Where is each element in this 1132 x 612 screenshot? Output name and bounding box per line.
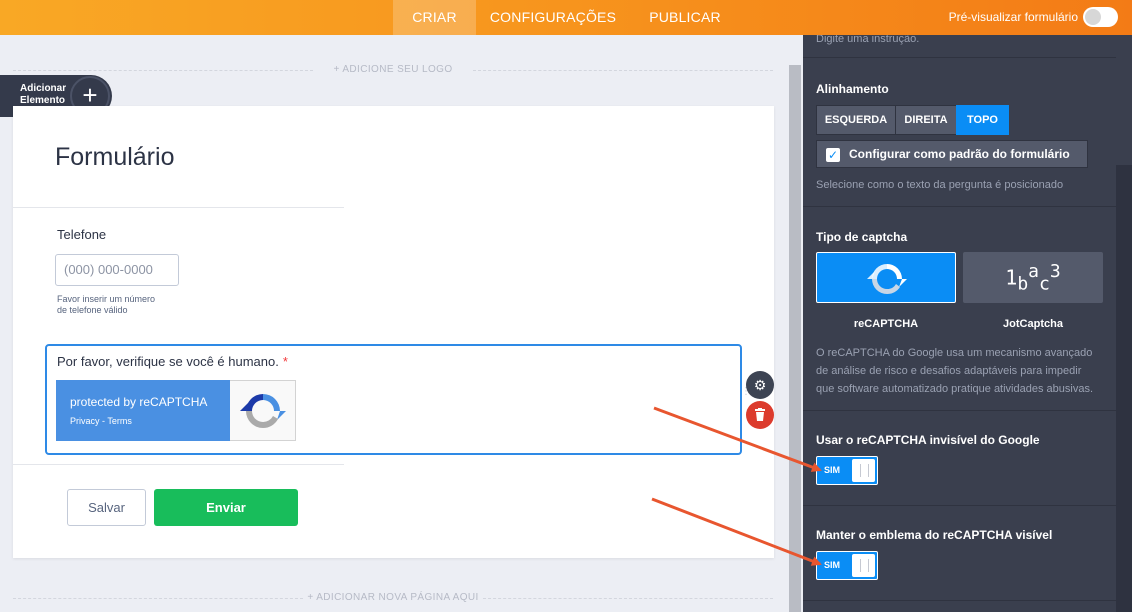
recaptcha-badge-title: protected by reCAPTCHA: [70, 395, 208, 409]
captcha-description-line: de análise de risco e desafios adaptávei…: [816, 365, 1082, 377]
trash-icon[interactable]: [746, 401, 774, 429]
properties-panel: Digite uma instrução. Alinhamento ESQUER…: [803, 35, 1132, 612]
divider: [803, 206, 1116, 207]
phone-label[interactable]: Telefone: [57, 227, 106, 242]
phone-help-line1: Favor inserir um número: [57, 294, 156, 304]
default-alignment-checkbox[interactable]: ✓ Configurar como padrão do formulário: [816, 140, 1088, 168]
save-button[interactable]: Salvar: [67, 489, 146, 526]
toggle-knob: [1085, 9, 1101, 25]
add-logo-hint[interactable]: + ADICIONE SEU LOGO: [13, 64, 773, 75]
instruction-hint: Digite uma instrução.: [816, 35, 920, 45]
recaptcha-badge: protected by reCAPTCHA Privacy - Terms: [56, 380, 230, 441]
captcha-type-title: Tipo de captcha: [816, 230, 908, 244]
preview-label: Pré-visualizar formulário: [948, 10, 1078, 24]
toggle-knob: [852, 554, 875, 577]
alignment-title: Alinhamento: [816, 82, 889, 96]
divider: [803, 505, 1116, 506]
captcha-description: O reCAPTCHA do Google usa um mecanismo a…: [816, 344, 1106, 398]
phone-help-line2: de telefone válido: [57, 305, 128, 315]
captcha-question-text: Por favor, verifique se você é humano.: [57, 354, 279, 369]
tab-criar[interactable]: CRIAR: [393, 0, 476, 35]
captcha-option-recaptcha[interactable]: [816, 252, 956, 303]
add-element-label: Adicionar Elemento: [20, 83, 66, 107]
top-navigation-bar: CRIAR CONFIGURAÇÕES PUBLICAR Pré-visuali…: [0, 0, 1132, 35]
form-title[interactable]: Formulário: [55, 143, 174, 172]
jotcaptcha-option-label: JotCaptcha: [1003, 318, 1063, 330]
captcha-description-line: que software automatizado pratique ativi…: [816, 383, 1094, 395]
phone-help-text: Favor inserir um número de telefone váli…: [57, 294, 187, 316]
alignment-hint: Selecione como o texto da pergunta é pos…: [816, 179, 1064, 191]
recaptcha-icon: [867, 264, 907, 295]
toggle-label: SIM: [824, 465, 841, 475]
add-element-label-line1: Adicionar: [20, 83, 67, 94]
preview-toggle[interactable]: [1083, 7, 1118, 27]
recaptcha-option-label: reCAPTCHA: [853, 318, 919, 330]
gear-icon[interactable]: ⚙: [746, 371, 774, 399]
form-canvas: + ADICIONE SEU LOGO Adicionar Elemento +…: [0, 35, 803, 612]
tab-publicar[interactable]: PUBLICAR: [640, 0, 730, 35]
badge-visible-title: Manter o emblema do reCAPTCHA visível: [816, 528, 1053, 542]
captcha-option-jotcaptcha[interactable]: 1bac3: [963, 252, 1103, 303]
recaptcha-badge-links[interactable]: Privacy - Terms: [70, 416, 132, 426]
canvas-scrollbar[interactable]: [789, 65, 801, 612]
invisible-recaptcha-toggle[interactable]: SIM: [816, 456, 878, 485]
divider: [13, 464, 344, 465]
toggle-knob: [852, 459, 875, 482]
align-top-option[interactable]: TOPO: [956, 105, 1009, 135]
align-right-option[interactable]: DIREITA: [895, 105, 957, 135]
required-mark: *: [282, 354, 288, 369]
jotcaptcha-icon: 1bac3: [1005, 261, 1061, 295]
default-alignment-label: Configurar como padrão do formulário: [849, 147, 1070, 161]
invisible-recaptcha-title: Usar o reCAPTCHA invisível do Google: [816, 433, 1040, 447]
badge-visible-toggle[interactable]: SIM: [816, 551, 878, 580]
form-card: Formulário Telefone (000) 000-0000 Favor…: [13, 106, 774, 558]
captcha-field[interactable]: Por favor, verifique se você é humano. * …: [45, 344, 742, 455]
divider: [803, 600, 1116, 601]
captcha-description-line: O reCAPTCHA do Google usa um mecanismo a…: [816, 347, 1093, 359]
tab-configuracoes[interactable]: CONFIGURAÇÕES: [486, 0, 620, 35]
checkmark-icon[interactable]: ✓: [826, 148, 840, 162]
align-left-option[interactable]: ESQUERDA: [816, 105, 896, 135]
phone-input[interactable]: (000) 000-0000: [55, 254, 179, 286]
captcha-question: Por favor, verifique se você é humano. *: [57, 354, 288, 369]
divider: [803, 57, 1116, 58]
add-page-hint[interactable]: + ADICIONAR NOVA PÁGINA AQUI: [13, 592, 773, 603]
recaptcha-logo-icon: [230, 380, 296, 441]
divider: [13, 207, 344, 208]
panel-scrollbar[interactable]: [1116, 165, 1132, 612]
divider: [803, 410, 1116, 411]
submit-button[interactable]: Enviar: [154, 489, 298, 526]
toggle-label: SIM: [824, 560, 841, 570]
